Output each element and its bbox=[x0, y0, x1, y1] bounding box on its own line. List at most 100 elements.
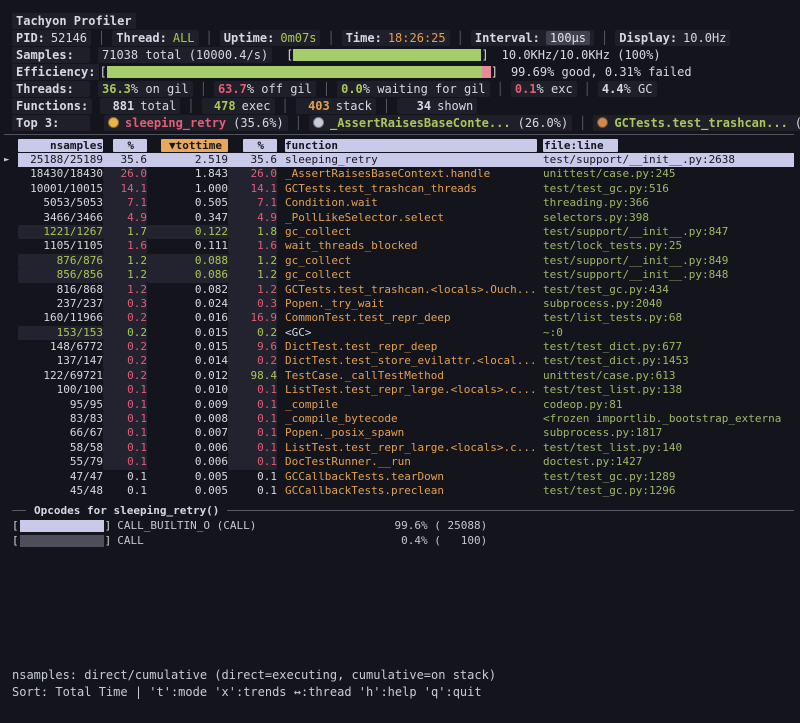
cell-function: GCTests.test_trashcan.<locals>.Ouch... bbox=[285, 283, 537, 297]
top3-function-name: _AssertRaisesBaseConte... bbox=[330, 116, 511, 130]
cell-nsamples: 148/6772 bbox=[18, 340, 103, 354]
title-line: Tachyon Profiler bbox=[12, 12, 794, 29]
samples-bar-group: [] bbox=[286, 47, 488, 63]
header-tottime-sorted[interactable]: ▼tottime bbox=[161, 139, 228, 152]
header-section: Tachyon Profiler │PID:52146│Thread:ALL│U… bbox=[0, 0, 800, 131]
table-row[interactable]: ► 58/58 0.1 0.006 0.1 ListTest.test_repr… bbox=[18, 441, 794, 455]
cell-percent-cumulative: 98.4 bbox=[228, 369, 277, 383]
thread-stat-value: 63.7 bbox=[218, 82, 247, 96]
bracket-open: [ bbox=[99, 64, 106, 80]
table-row[interactable]: ► 856/856 1.2 0.086 1.2 gc_collect test/… bbox=[18, 268, 794, 282]
thread-stat-value: 0.1 bbox=[515, 82, 537, 96]
cell-tottime: 1.843 bbox=[147, 167, 228, 181]
table-row[interactable]: ► 25188/25189 35.6 2.519 35.6 sleeping_r… bbox=[18, 153, 794, 167]
cell-nsamples: 856/856 bbox=[18, 268, 103, 282]
cell-percent-cumulative: 0.1 bbox=[228, 383, 277, 397]
cell-percent-direct: 0.1 bbox=[103, 398, 147, 412]
table-row[interactable]: ► 100/100 0.1 0.010 0.1 ListTest.test_re… bbox=[18, 383, 794, 397]
header-function[interactable]: function bbox=[285, 139, 537, 152]
cell-nsamples: 66/67 bbox=[18, 426, 103, 440]
app-title: Tachyon Profiler bbox=[12, 13, 136, 29]
table-row[interactable]: ► 153/153 0.2 0.015 0.2 <GC> ~:0 bbox=[18, 326, 794, 340]
separator: │ bbox=[579, 116, 586, 130]
table-row[interactable]: ► 3466/3466 4.9 0.347 4.9 _PollLikeSelec… bbox=[18, 211, 794, 225]
cell-file-line: test/list_tests.py:68 bbox=[543, 311, 794, 325]
table-row[interactable]: ► 1105/1105 1.6 0.111 1.6 wait_threads_b… bbox=[18, 239, 794, 253]
bracket-open: [ bbox=[12, 534, 19, 547]
cell-function: gc_collect bbox=[285, 268, 537, 282]
cell-percent-cumulative: 1.6 bbox=[228, 239, 277, 253]
header-percent-cumulative[interactable]: % bbox=[243, 139, 277, 152]
function-stat-value: 403 bbox=[300, 98, 330, 114]
table-row[interactable]: ► 47/47 0.1 0.005 0.1 GCCallbackTests.te… bbox=[18, 470, 794, 484]
table-row[interactable]: ► 18430/18430 26.0 1.843 26.0 _AssertRai… bbox=[18, 167, 794, 181]
separator: │ bbox=[584, 82, 591, 96]
cell-percent-cumulative: 26.0 bbox=[228, 167, 277, 181]
separator: │ bbox=[206, 31, 213, 45]
table-row[interactable]: ► 66/67 0.1 0.007 0.1 Popen._posix_spawn… bbox=[18, 426, 794, 440]
table-row[interactable]: ► 148/6772 0.2 0.015 9.6 DictTest.test_r… bbox=[18, 340, 794, 354]
thread-stat: │36.3% on gil bbox=[98, 81, 193, 97]
cell-tottime: 0.111 bbox=[147, 239, 228, 253]
cell-nsamples: 876/876 bbox=[18, 254, 103, 268]
table-row[interactable]: ► 83/83 0.1 0.008 0.1 _compile_bytecode … bbox=[18, 412, 794, 426]
header-nsamples[interactable]: nsamples bbox=[18, 139, 103, 152]
cell-percent-direct: 0.1 bbox=[103, 426, 147, 440]
cell-nsamples: 153/153 bbox=[18, 326, 103, 340]
table-row[interactable]: ► 10001/10015 14.1 1.000 14.1 GCTests.te… bbox=[18, 182, 794, 196]
thread-stat-value: 0.0 bbox=[341, 82, 363, 96]
opcode-percent: 0.4% ( 100) bbox=[347, 534, 487, 547]
cell-tottime: 2.519 bbox=[147, 153, 228, 167]
thread-stat: │4.4% GC bbox=[577, 81, 657, 97]
status-value: 10.0Hz bbox=[683, 31, 726, 45]
top3-item[interactable]: │_AssertRaisesBaseConte...(26.0%) bbox=[288, 115, 572, 131]
separator: │ bbox=[323, 82, 330, 96]
thread-stat: │0.0% waiting for gil bbox=[316, 81, 490, 97]
cell-function: sleeping_retry bbox=[285, 153, 537, 167]
top3-label: Top 3: bbox=[12, 115, 90, 131]
top3-item[interactable]: │sleeping_retry(35.6%) bbox=[104, 115, 288, 131]
thread-stat-label: % exc bbox=[537, 82, 573, 96]
status-group: │PID:52146 bbox=[12, 30, 91, 46]
samples-progress-bar bbox=[293, 49, 481, 61]
table-row[interactable]: ► 1221/1267 1.7 0.122 1.8 gc_collect tes… bbox=[18, 225, 794, 239]
cell-file-line: unittest/case.py:245 bbox=[543, 167, 794, 181]
table-row[interactable]: ► 237/237 0.3 0.024 0.3 Popen._try_wait … bbox=[18, 297, 794, 311]
opcode-row: [] CALL_BUILTIN_O (CALL) 99.6% ( 25088) bbox=[12, 518, 794, 533]
table-row[interactable]: ► 5053/5053 7.1 0.505 7.1 Condition.wait… bbox=[18, 196, 794, 210]
separator: │ bbox=[200, 82, 207, 96]
cell-tottime: 0.005 bbox=[147, 470, 228, 484]
table-row[interactable]: ► 122/69721 0.2 0.012 98.4 TestCase._cal… bbox=[18, 369, 794, 383]
table-row[interactable]: ► 816/868 1.2 0.082 1.2 GCTests.test_tra… bbox=[18, 283, 794, 297]
header-percent-direct[interactable]: % bbox=[113, 139, 147, 152]
cell-nsamples: 1221/1267 bbox=[18, 225, 103, 239]
cell-file-line: test/lock_tests.py:25 bbox=[543, 239, 794, 253]
separator: │ bbox=[98, 31, 105, 45]
cell-nsamples: 160/11966 bbox=[18, 311, 103, 325]
table-row[interactable]: ► 137/147 0.2 0.014 0.2 DictTest.test_st… bbox=[18, 354, 794, 368]
table-row[interactable]: ► 876/876 1.2 0.088 1.2 gc_collect test/… bbox=[18, 254, 794, 268]
cell-percent-direct: 0.2 bbox=[103, 311, 147, 325]
cell-nsamples: 47/47 bbox=[18, 470, 103, 484]
cell-percent-direct: 0.2 bbox=[103, 326, 147, 340]
cell-function: _AssertRaisesBaseContext.handle bbox=[285, 167, 537, 181]
cell-percent-cumulative: 4.9 bbox=[228, 211, 277, 225]
cell-percent-cumulative: 0.1 bbox=[228, 398, 277, 412]
separator: │ bbox=[327, 31, 334, 45]
thread-stat-label: % off gil bbox=[247, 82, 312, 96]
cell-nsamples: 95/95 bbox=[18, 398, 103, 412]
table-row[interactable]: ► 95/95 0.1 0.009 0.1 _compile codeop.py… bbox=[18, 398, 794, 412]
separator: │ bbox=[383, 99, 390, 113]
cell-tottime: 0.007 bbox=[147, 426, 228, 440]
cell-percent-direct: 0.1 bbox=[103, 412, 147, 426]
cell-function: GCCallbackTests.preclean bbox=[285, 484, 537, 498]
cell-percent-cumulative: 35.6 bbox=[228, 153, 277, 167]
table-row[interactable]: ► 55/79 0.1 0.006 0.1 DocTestRunner.__ru… bbox=[18, 455, 794, 469]
header-file-line[interactable]: file:line bbox=[543, 139, 618, 152]
cell-tottime: 0.014 bbox=[147, 354, 228, 368]
top3-item[interactable]: │GCTests.test_trashcan...(14.1%) bbox=[572, 115, 800, 131]
table-row[interactable]: ► 45/48 0.1 0.005 0.1 GCCallbackTests.pr… bbox=[18, 484, 794, 498]
table-top-divider bbox=[4, 134, 794, 135]
table-row[interactable]: ► 160/11966 0.2 0.016 16.9 CommonTest.te… bbox=[18, 311, 794, 325]
status-group: │Display:10.0Hz bbox=[594, 30, 730, 46]
